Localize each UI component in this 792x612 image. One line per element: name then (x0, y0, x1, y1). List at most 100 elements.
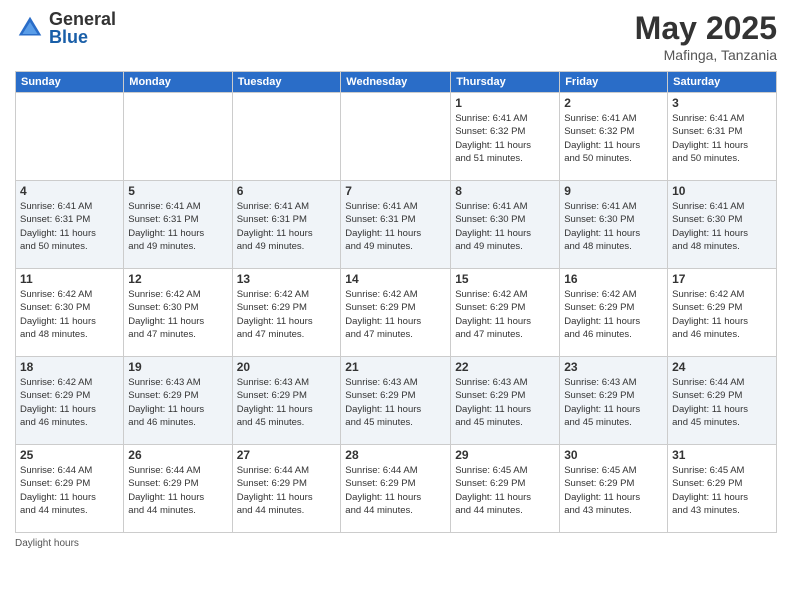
day-number: 26 (128, 448, 227, 462)
calendar-cell: 3 Sunrise: 6:41 AM Sunset: 6:31 PM Daylig… (668, 93, 777, 181)
day-info: Sunrise: 6:44 AM Sunset: 6:29 PM Dayligh… (20, 464, 119, 517)
calendar-cell: 4 Sunrise: 6:41 AM Sunset: 6:31 PM Daylig… (16, 181, 124, 269)
calendar-week-4: 25 Sunrise: 6:44 AM Sunset: 6:29 PM Dayli… (16, 445, 777, 533)
day-number: 13 (237, 272, 337, 286)
day-number: 6 (237, 184, 337, 198)
calendar: Sunday Monday Tuesday Wednesday Thursday… (15, 71, 777, 533)
day-number: 10 (672, 184, 772, 198)
calendar-cell: 9Sunrise: 6:41 AM Sunset: 6:30 PM Daylig… (560, 181, 668, 269)
day-number: 3 (672, 96, 772, 110)
logo: General Blue (15, 10, 116, 46)
calendar-cell: 24 Sunrise: 6:44 AM Sunset: 6:29 PM Dayli… (668, 357, 777, 445)
day-number: 22 (455, 360, 555, 374)
day-info: Sunrise: 6:41 AM Sunset: 6:32 PM Dayligh… (455, 112, 555, 165)
day-number: 16 (564, 272, 663, 286)
day-number: 23 (564, 360, 663, 374)
title-block: May 2025 Mafinga, Tanzania (635, 10, 777, 63)
day-info: Sunrise: 6:41 AM Sunset: 6:31 PM Dayligh… (672, 112, 772, 165)
day-number: 8 (455, 184, 555, 198)
header-monday: Monday (124, 72, 232, 93)
calendar-cell: 31Sunrise: 6:45 AM Sunset: 6:29 PM Dayli… (668, 445, 777, 533)
header-saturday: Saturday (668, 72, 777, 93)
calendar-week-1: 4 Sunrise: 6:41 AM Sunset: 6:31 PM Daylig… (16, 181, 777, 269)
header-friday: Friday (560, 72, 668, 93)
header: General Blue May 2025 Mafinga, Tanzania (15, 10, 777, 63)
header-sunday: Sunday (16, 72, 124, 93)
calendar-header-row: Sunday Monday Tuesday Wednesday Thursday… (16, 72, 777, 93)
calendar-cell: 22 Sunrise: 6:43 AM Sunset: 6:29 PM Dayli… (451, 357, 560, 445)
calendar-cell (16, 93, 124, 181)
day-info: Sunrise: 6:44 AM Sunset: 6:29 PM Dayligh… (672, 376, 772, 429)
day-number: 17 (672, 272, 772, 286)
day-number: 30 (564, 448, 663, 462)
day-info: Sunrise: 6:41 AM Sunset: 6:30 PM Dayligh… (455, 200, 555, 253)
calendar-cell: 16 Sunrise: 6:42 AM Sunset: 6:29 PM Dayli… (560, 269, 668, 357)
day-info: Sunrise: 6:45 AM Sunset: 6:29 PM Dayligh… (564, 464, 663, 517)
day-info: Sunrise: 6:41 AM Sunset: 6:31 PM Dayligh… (128, 200, 227, 253)
day-info: Sunrise: 6:41 AM Sunset: 6:31 PM Dayligh… (345, 200, 446, 253)
day-number: 15 (455, 272, 555, 286)
calendar-cell: 30 Sunrise: 6:45 AM Sunset: 6:29 PM Dayli… (560, 445, 668, 533)
day-number: 7 (345, 184, 446, 198)
calendar-cell (341, 93, 451, 181)
day-info: Sunrise: 6:43 AM Sunset: 6:29 PM Dayligh… (128, 376, 227, 429)
day-info: Sunrise: 6:41 AM Sunset: 6:32 PM Dayligh… (564, 112, 663, 165)
day-number: 24 (672, 360, 772, 374)
calendar-week-0: 1 Sunrise: 6:41 AM Sunset: 6:32 PM Daylig… (16, 93, 777, 181)
day-number: 28 (345, 448, 446, 462)
day-info: Sunrise: 6:42 AM Sunset: 6:29 PM Dayligh… (345, 288, 446, 341)
day-info: Sunrise: 6:42 AM Sunset: 6:29 PM Dayligh… (564, 288, 663, 341)
day-info: Sunrise: 6:44 AM Sunset: 6:29 PM Dayligh… (345, 464, 446, 517)
calendar-cell: 20 Sunrise: 6:43 AM Sunset: 6:29 PM Dayli… (232, 357, 341, 445)
calendar-cell (124, 93, 232, 181)
day-info: Sunrise: 6:44 AM Sunset: 6:29 PM Dayligh… (237, 464, 337, 517)
day-info: Sunrise: 6:42 AM Sunset: 6:29 PM Dayligh… (455, 288, 555, 341)
calendar-cell: 28 Sunrise: 6:44 AM Sunset: 6:29 PM Dayli… (341, 445, 451, 533)
day-number: 29 (455, 448, 555, 462)
calendar-cell: 25 Sunrise: 6:44 AM Sunset: 6:29 PM Dayli… (16, 445, 124, 533)
calendar-cell: 26 Sunrise: 6:44 AM Sunset: 6:29 PM Dayli… (124, 445, 232, 533)
calendar-cell: 5 Sunrise: 6:41 AM Sunset: 6:31 PM Daylig… (124, 181, 232, 269)
calendar-cell: 8 Sunrise: 6:41 AM Sunset: 6:30 PM Daylig… (451, 181, 560, 269)
month-title: May 2025 (635, 10, 777, 47)
calendar-cell: 15 Sunrise: 6:42 AM Sunset: 6:29 PM Dayli… (451, 269, 560, 357)
day-number: 1 (455, 96, 555, 110)
day-info: Sunrise: 6:43 AM Sunset: 6:29 PM Dayligh… (237, 376, 337, 429)
day-info: Sunrise: 6:41 AM Sunset: 6:31 PM Dayligh… (20, 200, 119, 253)
day-number: 31 (672, 448, 772, 462)
daylight-label: Daylight hours (15, 538, 79, 549)
day-number: 25 (20, 448, 119, 462)
day-number: 4 (20, 184, 119, 198)
calendar-week-2: 11 Sunrise: 6:42 AM Sunset: 6:30 PM Dayli… (16, 269, 777, 357)
header-tuesday: Tuesday (232, 72, 341, 93)
day-info: Sunrise: 6:43 AM Sunset: 6:29 PM Dayligh… (455, 376, 555, 429)
day-number: 20 (237, 360, 337, 374)
day-number: 27 (237, 448, 337, 462)
calendar-cell: 27 Sunrise: 6:44 AM Sunset: 6:29 PM Dayli… (232, 445, 341, 533)
day-info: Sunrise: 6:42 AM Sunset: 6:30 PM Dayligh… (20, 288, 119, 341)
day-info: Sunrise: 6:41 AM Sunset: 6:31 PM Dayligh… (237, 200, 337, 253)
logo-text: General Blue (49, 10, 116, 46)
day-number: 18 (20, 360, 119, 374)
day-number: 19 (128, 360, 227, 374)
calendar-cell: 21Sunrise: 6:43 AM Sunset: 6:29 PM Dayli… (341, 357, 451, 445)
calendar-cell: 7 Sunrise: 6:41 AM Sunset: 6:31 PM Daylig… (341, 181, 451, 269)
day-info: Sunrise: 6:42 AM Sunset: 6:29 PM Dayligh… (672, 288, 772, 341)
day-number: 14 (345, 272, 446, 286)
day-info: Sunrise: 6:41 AM Sunset: 6:30 PM Dayligh… (564, 200, 663, 253)
calendar-cell: 18Sunrise: 6:42 AM Sunset: 6:29 PM Dayli… (16, 357, 124, 445)
calendar-cell: 13Sunrise: 6:42 AM Sunset: 6:29 PM Dayli… (232, 269, 341, 357)
day-number: 5 (128, 184, 227, 198)
day-number: 12 (128, 272, 227, 286)
calendar-cell: 10Sunrise: 6:41 AM Sunset: 6:30 PM Dayli… (668, 181, 777, 269)
header-thursday: Thursday (451, 72, 560, 93)
footer: Daylight hours (15, 538, 777, 549)
day-number: 11 (20, 272, 119, 286)
header-wednesday: Wednesday (341, 72, 451, 93)
calendar-cell: 2Sunrise: 6:41 AM Sunset: 6:32 PM Daylig… (560, 93, 668, 181)
day-info: Sunrise: 6:42 AM Sunset: 6:30 PM Dayligh… (128, 288, 227, 341)
calendar-cell: 6 Sunrise: 6:41 AM Sunset: 6:31 PM Daylig… (232, 181, 341, 269)
calendar-cell: 11 Sunrise: 6:42 AM Sunset: 6:30 PM Dayli… (16, 269, 124, 357)
day-info: Sunrise: 6:44 AM Sunset: 6:29 PM Dayligh… (128, 464, 227, 517)
page: General Blue May 2025 Mafinga, Tanzania … (0, 0, 792, 612)
